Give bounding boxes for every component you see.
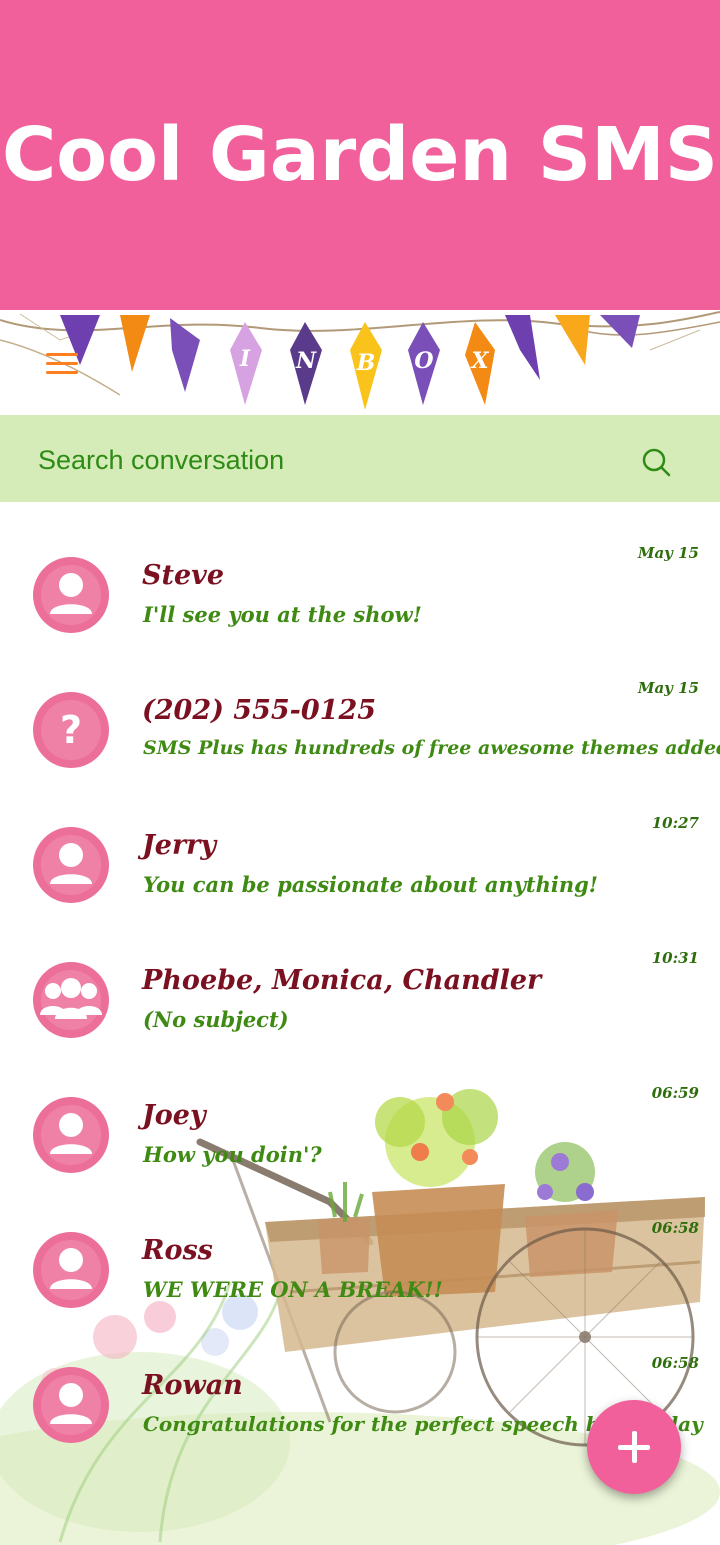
person-icon [33,827,109,903]
message-time: 10:31 [651,949,699,967]
contact-name: Jerry [142,830,217,861]
search-bar[interactable]: Search conversation [0,415,720,502]
bunting-letter: I [239,346,251,372]
conversation-row[interactable]: Steve I'll see you at the show! May 15 [0,502,720,637]
conversation-list: Steve I'll see you at the show! May 15 ?… [0,502,720,1545]
conversation-row[interactable]: Joey How you doin'? 06:59 [0,1042,720,1177]
message-preview: (No subject) [143,1007,289,1032]
menu-icon[interactable] [46,353,78,379]
search-icon[interactable] [640,446,674,480]
message-time: 06:58 [651,1219,699,1237]
conversation-row[interactable]: ? (202) 555-0125 SMS Plus has hundreds o… [0,637,720,772]
search-input[interactable]: Search conversation [38,445,284,476]
message-time: 06:58 [651,1354,699,1372]
bunting-decoration: I N B O X [0,311,720,410]
conversation-row[interactable]: Jerry You can be passionate about anythi… [0,772,720,907]
person-icon [33,1097,109,1173]
person-icon [33,1232,109,1308]
inbox-header: I N B O X [0,310,720,415]
person-icon [33,557,109,633]
svg-text:?: ? [60,708,82,752]
unknown-contact-icon: ? [33,692,109,768]
message-preview: You can be passionate about anything! [143,872,599,897]
bunting-letter: O [414,348,433,374]
conversation-row[interactable]: Phoebe, Monica, Chandler (No subject) 10… [0,907,720,1042]
bunting-letter: X [469,348,489,374]
contact-name: (202) 555-0125 [142,695,377,726]
contact-name: Steve [142,560,225,591]
person-icon [33,1367,109,1443]
contact-name: Joey [142,1100,206,1131]
message-time: May 15 [637,544,699,562]
message-time: 10:27 [651,814,699,832]
contact-name: Rowan [142,1370,243,1401]
new-message-button[interactable] [587,1400,681,1494]
conversation-row[interactable]: Ross WE WERE ON A BREAK!! 06:58 [0,1177,720,1312]
bunting-letter: N [295,348,317,374]
group-icon [33,962,109,1038]
message-preview: SMS Plus has hundreds of free awesome th… [143,737,720,759]
message-time: May 15 [637,679,699,697]
bunting-letter: B [356,350,376,376]
message-preview: WE WERE ON A BREAK!! [143,1277,443,1302]
message-preview: How you doin'? [143,1142,322,1167]
message-time: 06:59 [651,1084,699,1102]
contact-name: Phoebe, Monica, Chandler [142,965,542,996]
banner-title: Cool Garden SMS [1,112,719,198]
contact-name: Ross [142,1235,213,1266]
message-preview: I'll see you at the show! [143,602,422,627]
promo-banner: Cool Garden SMS [0,0,720,310]
